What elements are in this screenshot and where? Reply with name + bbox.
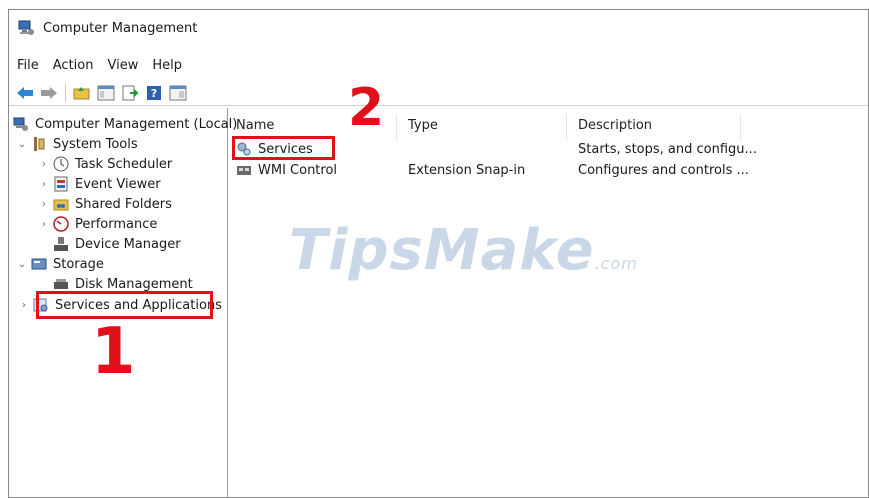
title-bar: Computer Management <box>9 10 868 46</box>
chevron-down-icon[interactable]: ⌄ <box>17 259 27 270</box>
menu-file[interactable]: File <box>17 58 39 73</box>
tree-label: Event Viewer <box>75 176 161 192</box>
annotation-box-step2 <box>232 136 335 160</box>
column-header-description[interactable]: Description <box>578 118 652 133</box>
annotation-number-step2: 2 <box>348 78 385 138</box>
clock-icon <box>53 156 69 172</box>
menu-bar: File Action View Help <box>9 54 196 76</box>
chevron-down-icon[interactable]: ⌄ <box>17 139 27 150</box>
chevron-right-icon[interactable]: › <box>39 159 49 170</box>
tree-item-storage[interactable]: ⌄ Storage <box>17 254 104 274</box>
watermark-text: TipsMake <box>289 218 595 283</box>
details-pane: Name Type Description Services Starts, s… <box>230 80 868 498</box>
chevron-right-icon[interactable]: › <box>39 219 49 230</box>
shared-folder-icon <box>53 196 69 212</box>
column-divider[interactable] <box>396 114 397 140</box>
watermark-suffix: .com <box>594 254 638 273</box>
column-header-name[interactable]: Name <box>236 118 274 133</box>
chevron-right-icon[interactable]: › <box>39 179 49 190</box>
performance-icon <box>53 216 69 232</box>
export-list-icon[interactable] <box>120 83 140 103</box>
back-arrow-icon[interactable] <box>15 83 35 103</box>
tree-label: System Tools <box>53 136 138 152</box>
tree-label: Computer Management (Local) <box>35 116 238 132</box>
toolbar: ? <box>9 80 868 106</box>
list-item-type: Extension Snap-in <box>408 162 526 178</box>
list-item-name: WMI Control <box>258 162 338 178</box>
tree-label: Performance <box>75 216 158 232</box>
tree-label: Storage <box>53 256 104 272</box>
menu-action[interactable]: Action <box>53 58 94 73</box>
computer-management-icon <box>13 116 29 132</box>
tree-item-performance[interactable]: › Performance <box>39 214 157 234</box>
column-header-type[interactable]: Type <box>408 118 438 133</box>
chevron-right-icon[interactable]: › <box>19 300 29 311</box>
toolbar-separator <box>65 83 66 102</box>
computer-management-icon <box>17 19 35 37</box>
tree-label: Device Manager <box>75 236 181 252</box>
event-viewer-icon <box>53 176 69 192</box>
wmi-control-icon <box>236 162 252 178</box>
list-item[interactable]: WMI Control <box>236 160 337 180</box>
help-icon[interactable]: ? <box>144 83 164 103</box>
tree-item-root[interactable]: Computer Management (Local) <box>13 114 237 134</box>
menu-help[interactable]: Help <box>152 58 182 73</box>
system-tools-icon <box>31 136 47 152</box>
tree-item-shared-folders[interactable]: › Shared Folders <box>39 194 172 214</box>
tree-item-event-viewer[interactable]: › Event Viewer <box>39 174 161 194</box>
tree-item-task-scheduler[interactable]: › Task Scheduler <box>39 154 172 174</box>
computer-management-window: Computer Management File Action View Hel… <box>8 9 869 498</box>
tree-label: Disk Management <box>75 276 193 292</box>
list-item-description: Starts, stops, and configu... <box>578 141 757 157</box>
tree-item-system-tools[interactable]: ⌄ System Tools <box>17 134 138 154</box>
tree-label: Task Scheduler <box>75 156 173 172</box>
window-title: Computer Management <box>43 20 198 36</box>
up-folder-icon[interactable] <box>72 83 92 103</box>
show-hide-icon[interactable] <box>168 83 188 103</box>
device-manager-icon <box>53 236 69 252</box>
console-tree-icon[interactable] <box>96 83 116 103</box>
storage-icon <box>31 256 47 272</box>
forward-arrow-icon[interactable] <box>39 83 59 103</box>
column-divider[interactable] <box>740 114 741 140</box>
annotation-number-step1: 1 <box>91 315 136 389</box>
tree-label: Shared Folders <box>75 196 172 212</box>
disk-management-icon <box>53 276 69 292</box>
console-tree-pane: Computer Management (Local) ⌄ System Too… <box>9 108 237 498</box>
list-item-description: Configures and controls ... <box>578 162 749 178</box>
tree-item-device-manager[interactable]: Device Manager <box>53 234 181 254</box>
column-divider[interactable] <box>566 114 567 140</box>
menu-view[interactable]: View <box>107 58 138 73</box>
chevron-right-icon[interactable]: › <box>39 199 49 210</box>
watermark: TipsMake.com <box>289 218 638 283</box>
svg-text:?: ? <box>151 87 157 100</box>
